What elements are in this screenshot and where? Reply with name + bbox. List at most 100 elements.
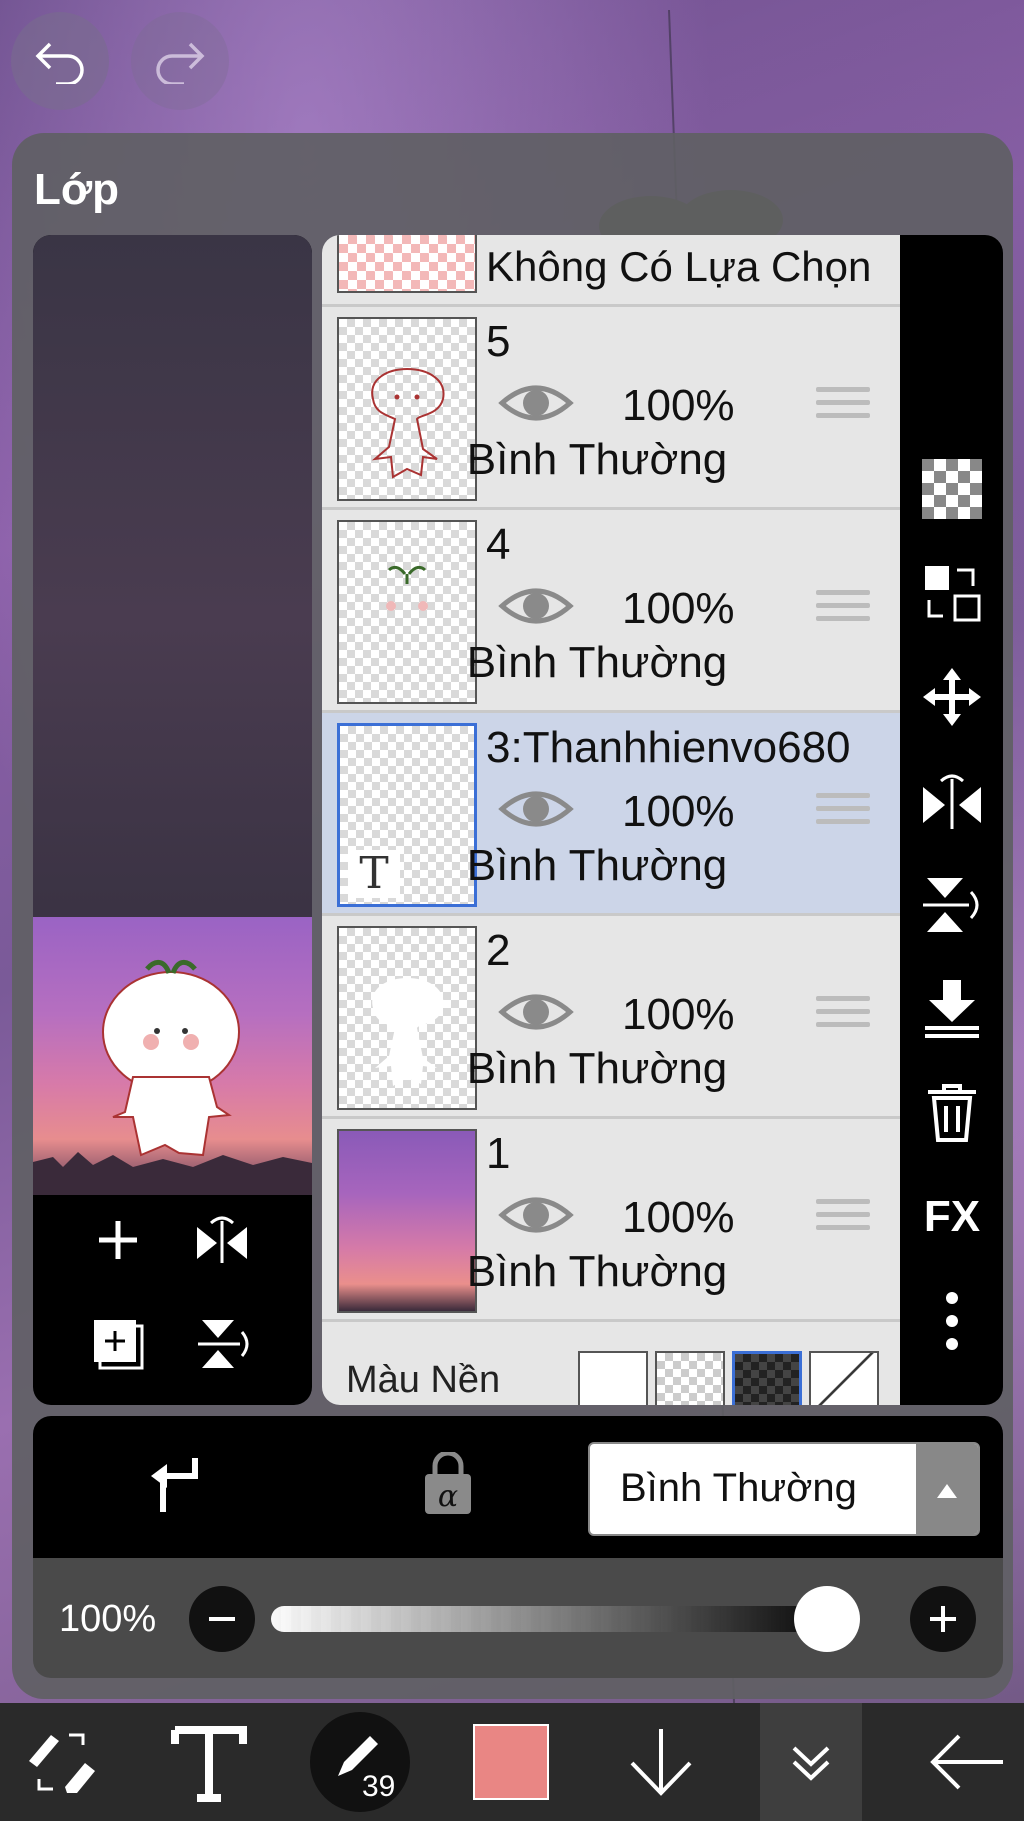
blend-mode-select[interactable]: Bình Thường [588, 1442, 980, 1536]
layer-blend-mode: Bình Thường [466, 841, 728, 890]
more-options-button[interactable] [918, 1287, 986, 1355]
background-color-label: Màu Nền [346, 1359, 501, 1401]
add-layer-button[interactable] [83, 1205, 153, 1275]
layer-blend-mode: Bình Thường [466, 1247, 728, 1296]
current-color-swatch [473, 1724, 549, 1800]
brush-tool-button[interactable]: 39 [310, 1703, 410, 1821]
layer-opacity: 100% [622, 584, 735, 633]
transparent-background-button[interactable] [918, 455, 986, 523]
layer-name: 4 [486, 520, 511, 569]
layer-opacity: 100% [622, 381, 735, 430]
drag-handle-icon[interactable] [816, 590, 870, 630]
layer-blend-mode: Bình Thường [466, 435, 728, 484]
redo-icon [156, 42, 205, 84]
collapse-button[interactable] [760, 1703, 862, 1821]
svg-text:α: α [438, 1479, 458, 1514]
more-vertical-icon [946, 1292, 958, 1350]
no-selection-label: Không Có Lựa Chọn [486, 243, 872, 290]
merge-down-button[interactable] [918, 975, 986, 1043]
bg-swatch-dark-checker[interactable] [732, 1351, 802, 1405]
swap-icon [925, 566, 981, 622]
minus-icon [209, 1617, 235, 1621]
layer-tools-sidebar: FX [900, 235, 1003, 1405]
dropdown-arrow-icon [916, 1444, 978, 1534]
layer-options-bar: α Bình Thường [33, 1416, 1003, 1558]
plus-icon [930, 1606, 956, 1632]
flip-vertical-icon [923, 878, 979, 932]
layer-row-1[interactable]: 1 100% Bình Thường [322, 1119, 900, 1322]
flip-layer-horizontal-button[interactable] [918, 767, 986, 835]
eye-icon[interactable] [498, 1189, 574, 1241]
alpha-lock-icon: α [425, 1450, 471, 1514]
flip-horizontal-icon [197, 1216, 247, 1263]
selection-layer-row[interactable]: Không Có Lựa Chọn [322, 235, 900, 307]
layer-blend-mode: Bình Thường [466, 638, 728, 687]
layer-row-5[interactable]: 5 100% Bình Thường [322, 307, 900, 510]
flip-horizontal-button[interactable] [187, 1205, 257, 1275]
text-tool-icon [171, 1726, 247, 1802]
alpha-lock-button[interactable]: α [421, 1450, 475, 1522]
bg-swatch-light-checker[interactable] [655, 1351, 725, 1405]
arrow-down-icon [630, 1729, 692, 1796]
layer-panel: Lớp Không Có Lựa Chọn 5 100% Bình Thường… [12, 133, 1013, 1699]
layer-properties: α Bình Thường 100% [33, 1416, 1003, 1678]
panel-title: Lớp [34, 165, 120, 214]
layers-list: Không Có Lựa Chọn 5 100% Bình Thường 4 1… [322, 235, 900, 1405]
layer-row-2[interactable]: 2 100% Bình Thường [322, 916, 900, 1119]
bg-swatch-white[interactable] [578, 1351, 648, 1405]
layer-name: 3:Thanhhienvo680 [486, 723, 851, 772]
eye-icon[interactable] [498, 986, 574, 1038]
redo-button[interactable] [131, 12, 229, 110]
undo-button[interactable] [11, 12, 109, 110]
drag-handle-icon[interactable] [816, 793, 870, 833]
selection-thumbnail [337, 235, 477, 293]
swap-layers-button[interactable] [918, 559, 986, 627]
undo-icon [35, 42, 84, 84]
arrow-left-icon [930, 1734, 1003, 1790]
move-layer-button[interactable] [918, 663, 986, 731]
flip-layer-vertical-button[interactable] [918, 871, 986, 939]
opacity-slider-thumb[interactable] [794, 1586, 860, 1652]
color-picker-button[interactable] [470, 1703, 552, 1821]
opacity-slider[interactable] [271, 1606, 847, 1632]
drag-handle-icon[interactable] [816, 387, 870, 427]
layer-blend-mode: Bình Thường [466, 1044, 728, 1093]
layer-name: 2 [486, 926, 511, 975]
layer-row-3[interactable]: T 3:Thanhhienvo680 100% Bình Thường [322, 713, 900, 916]
opacity-bar: 100% [33, 1558, 1003, 1678]
eye-icon[interactable] [498, 783, 574, 835]
layer-opacity: 100% [622, 990, 735, 1039]
layer-row-4[interactable]: 4 100% Bình Thường [322, 510, 900, 713]
brush-size-label: 39 [362, 1770, 396, 1803]
opacity-decrease-button[interactable] [189, 1586, 255, 1652]
delete-layer-button[interactable] [918, 1079, 986, 1147]
duplicate-layer-button[interactable] [83, 1309, 153, 1379]
drag-handle-icon[interactable] [816, 1199, 870, 1239]
chevron-double-down-icon [792, 1746, 830, 1781]
drag-handle-icon[interactable] [816, 996, 870, 1036]
back-button[interactable] [910, 1703, 1024, 1821]
background-color-row: Màu Nền [322, 1335, 900, 1405]
text-tool-button[interactable] [158, 1703, 260, 1821]
opacity-increase-button[interactable] [910, 1586, 976, 1652]
flip-vertical-button[interactable] [187, 1309, 257, 1379]
fx-button[interactable]: FX [918, 1183, 986, 1251]
clipping-button[interactable] [143, 1454, 203, 1522]
flip-horizontal-icon [923, 774, 981, 829]
move-icon [923, 668, 981, 726]
layer-opacity: 100% [622, 787, 735, 836]
eye-icon[interactable] [498, 377, 574, 429]
clipping-icon [151, 1458, 198, 1512]
layer-down-button[interactable] [620, 1703, 702, 1821]
plus-icon [99, 1221, 137, 1259]
flip-vertical-icon [198, 1320, 249, 1368]
brush-eraser-toggle-button[interactable] [0, 1703, 122, 1821]
blend-mode-value: Bình Thường [620, 1466, 857, 1510]
trash-icon [928, 1084, 976, 1142]
checker-icon [922, 459, 982, 519]
duplicate-icon [94, 1320, 144, 1370]
bg-swatch-none[interactable] [809, 1351, 879, 1405]
eye-icon[interactable] [498, 580, 574, 632]
merge-down-icon [925, 980, 979, 1038]
layer-opacity: 100% [622, 1193, 735, 1242]
